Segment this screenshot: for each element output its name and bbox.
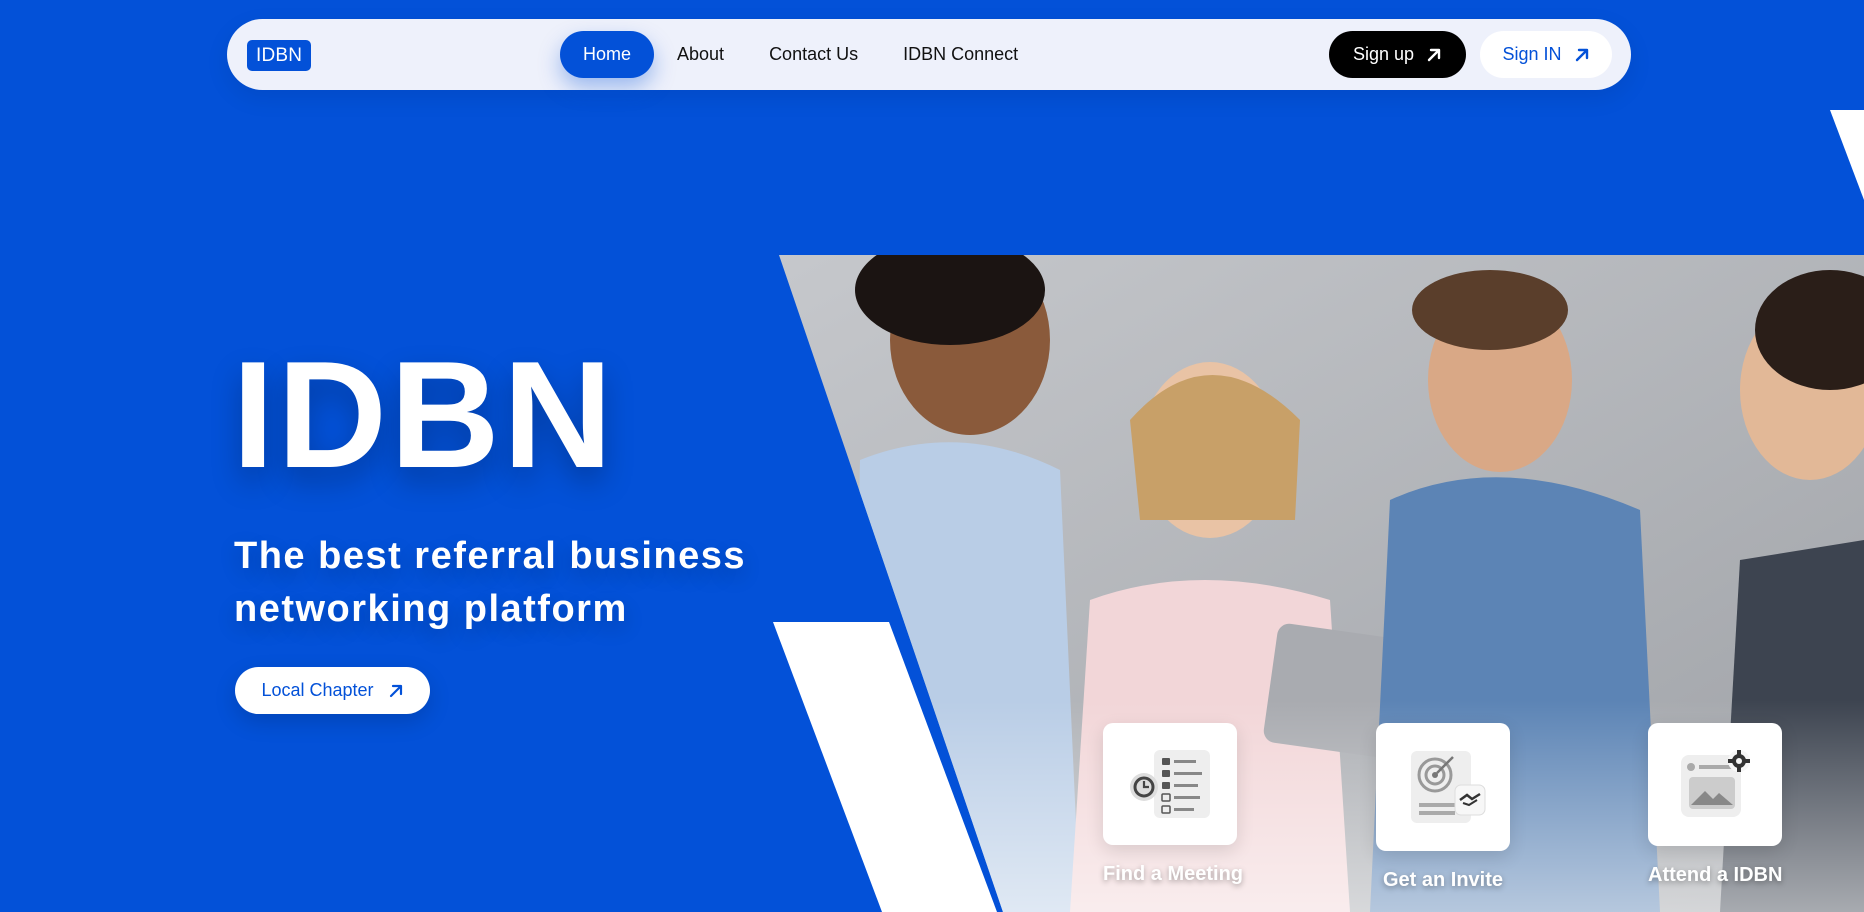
feature-label: Attend a IDBN: [1648, 864, 1783, 886]
hero-title: IDBN: [232, 330, 616, 500]
hero-subtitle: The best referral business networking pl…: [234, 535, 747, 630]
feature-find-meeting[interactable]: Find a Meeting: [1103, 723, 1243, 886]
arrow-up-right-icon: [1575, 48, 1588, 61]
feature-label: Find a Meeting: [1103, 863, 1243, 885]
feature-card[interactable]: [1648, 723, 1782, 846]
logo[interactable]: IDBN: [247, 40, 312, 71]
feature-get-invite[interactable]: Get an Invite: [1376, 723, 1510, 892]
arrow-up-right-icon: [1427, 48, 1441, 61]
signin-button[interactable]: Sign IN: [1480, 31, 1612, 78]
decor-corner: [1830, 110, 1864, 200]
feature-card[interactable]: [1103, 723, 1237, 845]
local-chapter-label: Local Chapter: [261, 680, 374, 700]
navbar: IDBN Home About Contact Us IDBN Connect …: [227, 19, 1631, 90]
signup-label: Sign up: [1352, 44, 1415, 64]
nav-links: Home About Contact Us IDBN Connect: [560, 31, 1041, 78]
image-gear-icon: [1681, 749, 1750, 817]
feature-attend[interactable]: Attend a IDBN: [1648, 723, 1782, 887]
checklist-clock-icon: [1130, 750, 1210, 818]
nav-contact[interactable]: Contact Us: [747, 31, 880, 78]
nav-idbn-connect[interactable]: IDBN Connect: [881, 31, 1040, 78]
signin-label: Sign IN: [1502, 44, 1562, 64]
feature-label: Get an Invite: [1382, 869, 1504, 891]
nav-about[interactable]: About: [655, 31, 746, 78]
nav-home[interactable]: Home: [560, 31, 655, 78]
feature-card[interactable]: [1376, 723, 1510, 851]
arrow-up-right-icon: [389, 684, 402, 697]
signup-button[interactable]: Sign up: [1329, 31, 1466, 78]
local-chapter-button[interactable]: Local Chapter: [235, 667, 430, 714]
target-handshake-icon: [1411, 751, 1486, 823]
decor-stripe: [773, 622, 997, 912]
